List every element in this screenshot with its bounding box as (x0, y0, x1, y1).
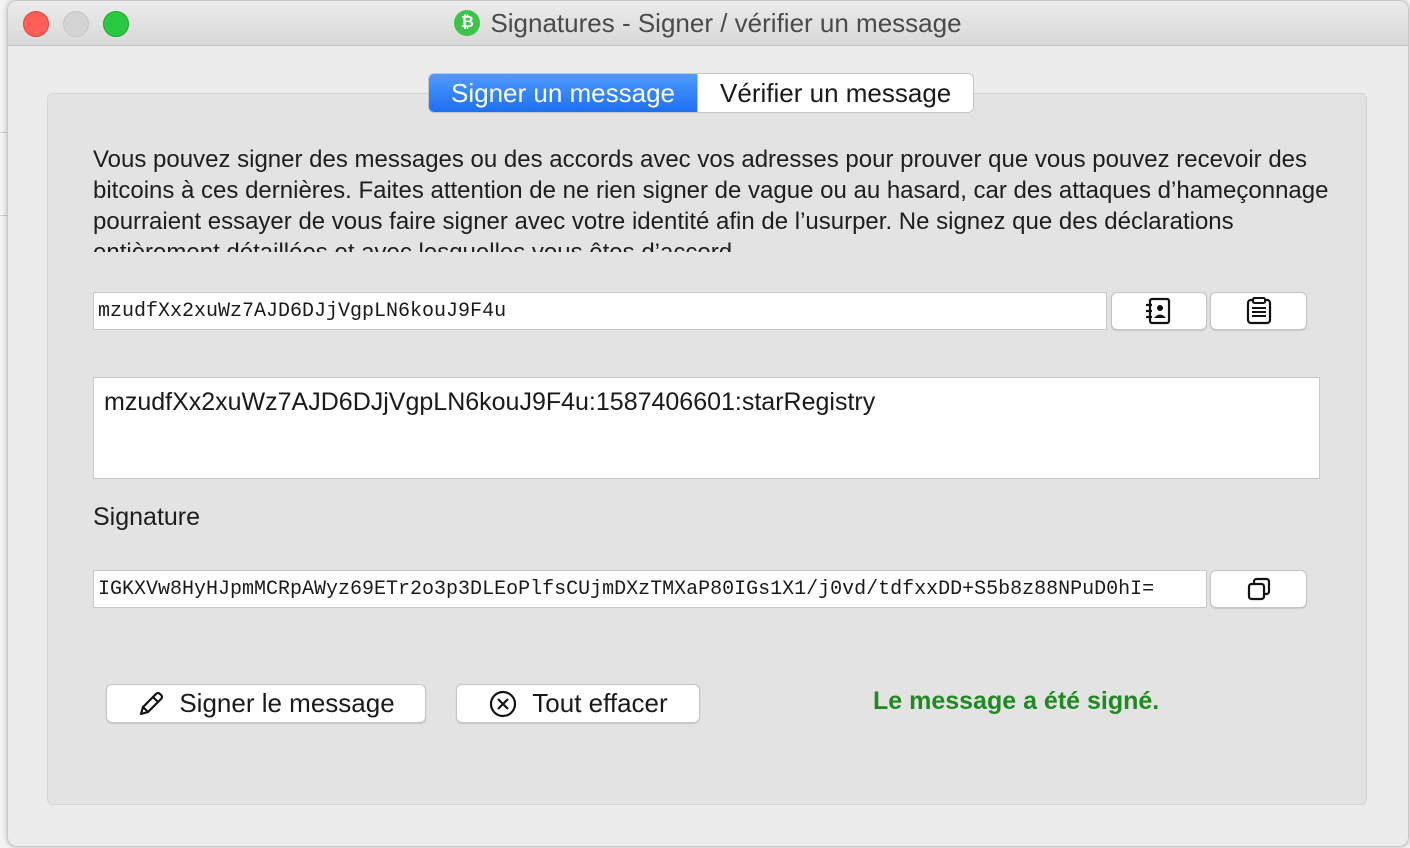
copy-icon (1246, 576, 1272, 602)
address-book-icon (1144, 297, 1174, 325)
tab-sign-message[interactable]: Signer un message (429, 74, 698, 112)
description-text: Vous pouvez signer des messages ou des a… (93, 146, 1329, 252)
clear-circle-icon (488, 689, 518, 719)
window-title: ₿ Signatures - Signer / vérifier un mess… (8, 1, 1408, 45)
address-book-button[interactable] (1111, 292, 1207, 330)
sign-message-label: Signer le message (179, 688, 395, 718)
clipboard-paste-icon (1245, 297, 1273, 325)
message-textarea[interactable]: mzudfXx2xuWz7AJD6DJjVgpLN6kouJ9F4u:15874… (93, 377, 1320, 479)
sign-verify-window: ₿ Signatures - Signer / vérifier un mess… (7, 0, 1409, 847)
status-message: Le message a été signé. (873, 687, 1160, 715)
clear-all-label: Tout effacer (532, 688, 668, 718)
pencil-icon (137, 690, 165, 718)
bitcoin-icon: ₿ (454, 10, 481, 36)
clear-all-button[interactable]: Tout effacer (456, 684, 700, 723)
copy-signature-button[interactable] (1210, 570, 1307, 608)
window-title-text: Signatures - Signer / vérifier un messag… (490, 7, 962, 38)
sign-message-button[interactable]: Signer le message (106, 684, 426, 723)
title-bar: ₿ Signatures - Signer / vérifier un mess… (8, 1, 1408, 46)
paste-button[interactable] (1210, 292, 1307, 330)
signature-label: Signature (93, 503, 201, 531)
tab-verify-message[interactable]: Vérifier un message (697, 74, 974, 112)
tab-bar: Signer un message Vérifier un message (428, 73, 975, 113)
address-input[interactable]: mzudfXx2xuWz7AJD6DJjVgpLN6kouJ9F4u (93, 292, 1107, 330)
signature-output[interactable]: IGKXVw8HyHJpmMCRpAWyz69ETr2o3p3DLEoPlfsC… (93, 570, 1207, 608)
